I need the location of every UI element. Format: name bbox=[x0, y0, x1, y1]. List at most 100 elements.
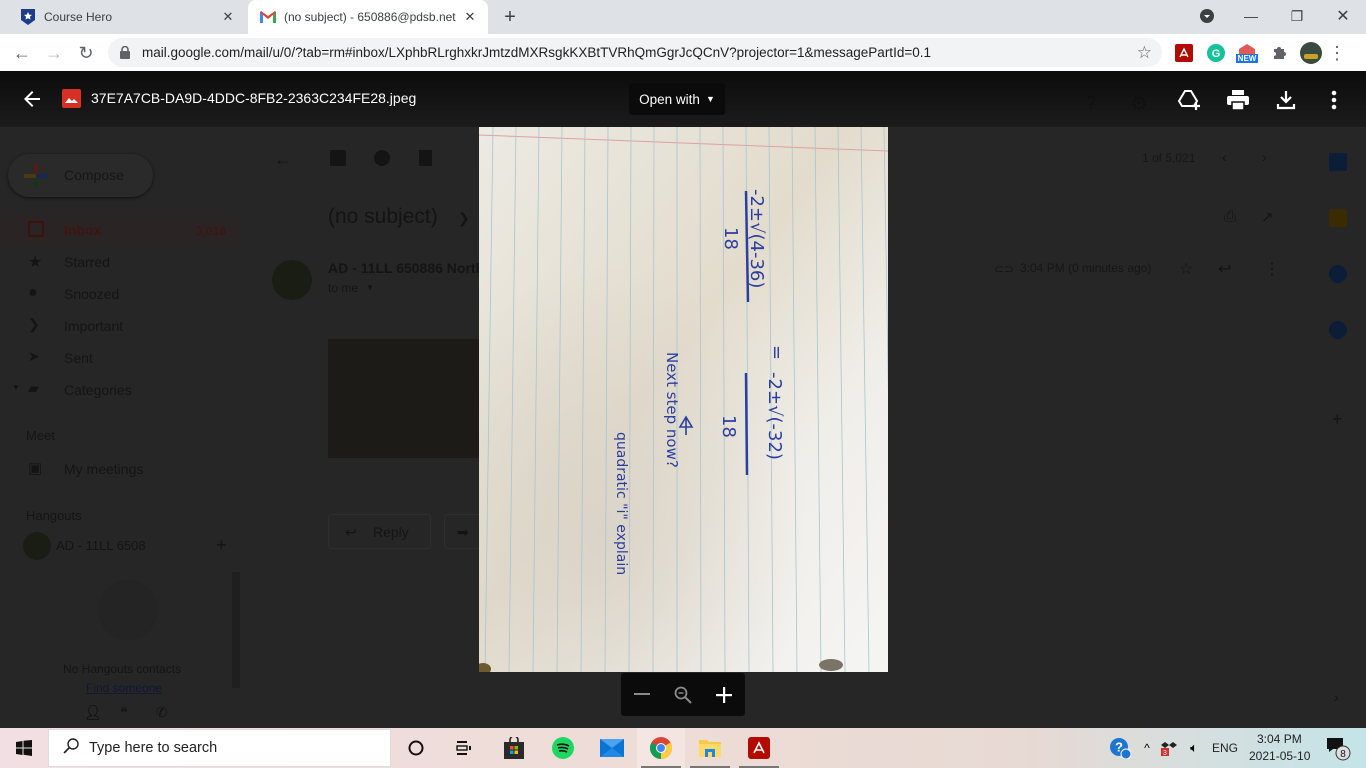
nav-item-important[interactable]: Important bbox=[64, 318, 123, 334]
print-all-icon[interactable]: ⎙ bbox=[1224, 208, 1236, 225]
zoom-in-button[interactable] bbox=[709, 680, 739, 710]
profile-avatar[interactable] bbox=[1300, 42, 1322, 64]
tab-gmail[interactable]: (no subject) - 650886@pdsb.net ✕ bbox=[248, 0, 488, 34]
google-keep-icon[interactable] bbox=[1329, 209, 1347, 227]
windows-logo-icon bbox=[16, 740, 32, 756]
forward-button[interactable]: ➡ bbox=[444, 514, 484, 549]
restore-button[interactable]: ❐ bbox=[1274, 0, 1320, 32]
pagination-text: 1 of 5,021 bbox=[1142, 151, 1196, 165]
taskbar-search-box[interactable]: Type here to search bbox=[48, 729, 391, 767]
image-viewer-overlay: Compose Inbox 3,016 ★ Starred ● Snoozed … bbox=[0, 71, 1366, 728]
nav-item-sent[interactable]: Sent bbox=[64, 350, 93, 366]
reply-button[interactable]: ↩ Reply bbox=[328, 514, 431, 549]
add-hangout-icon[interactable]: + bbox=[216, 535, 227, 556]
inbox-count: 3,016 bbox=[196, 224, 227, 238]
caret-down-icon: ▼ bbox=[366, 283, 374, 292]
hangouts-user-name[interactable]: AD - 11LL 6508 bbox=[56, 538, 146, 553]
attachment-thumbnail[interactable] bbox=[328, 339, 479, 458]
my-meetings-link[interactable]: My meetings bbox=[64, 461, 143, 477]
forward-button[interactable]: → bbox=[41, 40, 67, 66]
more-options-icon[interactable]: ⋮ bbox=[1264, 259, 1280, 279]
newer-chevron-icon[interactable]: ‹ bbox=[1222, 149, 1227, 165]
dropbox-tray-icon[interactable]: 3 bbox=[1158, 728, 1180, 768]
nav-item-snoozed[interactable]: Snoozed bbox=[64, 286, 119, 302]
mail-app-icon[interactable] bbox=[588, 728, 636, 768]
minimize-button[interactable]: — bbox=[1228, 0, 1274, 32]
show-hidden-icons-chevron[interactable]: ^ bbox=[1136, 728, 1158, 768]
person-icon[interactable]: 👤︎ bbox=[84, 704, 102, 721]
forward-icon: ➡ bbox=[457, 524, 469, 540]
reset-zoom-icon[interactable] bbox=[668, 680, 698, 710]
clock-date[interactable]: 2021-05-10 bbox=[1249, 749, 1310, 763]
archive-icon[interactable] bbox=[330, 150, 346, 166]
get-addons-icon[interactable]: + bbox=[1332, 409, 1343, 430]
nav-item-categories[interactable]: Categories bbox=[64, 382, 132, 398]
volume-icon[interactable]: 🔈︎ bbox=[1182, 728, 1206, 768]
phone-icon[interactable]: ✆ bbox=[156, 704, 168, 721]
google-tasks-icon[interactable] bbox=[1329, 265, 1347, 283]
open-new-window-icon[interactable]: ↗ bbox=[1261, 208, 1274, 226]
close-tab-icon[interactable]: ✕ bbox=[462, 9, 478, 25]
recipient-dropdown[interactable]: to me bbox=[328, 281, 358, 295]
close-window-button[interactable]: ✕ bbox=[1320, 0, 1366, 32]
hangouts-avatar bbox=[23, 532, 51, 560]
task-view-button[interactable] bbox=[440, 728, 488, 768]
clock-time[interactable]: 3:04 PM bbox=[1257, 732, 1302, 746]
spotify-icon[interactable] bbox=[539, 728, 587, 768]
find-someone-link[interactable]: Find someone bbox=[86, 681, 162, 695]
gmail-icon bbox=[260, 9, 276, 25]
kebab-menu-icon[interactable]: ⋮ bbox=[1326, 42, 1348, 64]
new-extension-icon[interactable]: NEW bbox=[1235, 42, 1259, 64]
delete-icon[interactable] bbox=[419, 150, 432, 166]
open-with-button[interactable]: Open with ▼ bbox=[629, 83, 725, 115]
report-spam-icon[interactable] bbox=[374, 150, 390, 166]
new-tab-button[interactable]: + bbox=[498, 5, 522, 29]
bookmark-star-icon[interactable]: ☆ bbox=[1137, 43, 1152, 63]
important-marker-icon[interactable]: ❯ bbox=[458, 210, 470, 227]
hangouts-chat-icon[interactable]: ❝ bbox=[120, 704, 128, 721]
older-chevron-icon[interactable]: › bbox=[1262, 149, 1267, 165]
meet-heading: Meet bbox=[26, 428, 55, 443]
reload-button[interactable]: ↻ bbox=[73, 40, 99, 66]
adobe-reader-icon[interactable] bbox=[735, 728, 783, 768]
file-explorer-icon[interactable] bbox=[686, 728, 734, 768]
star-email-icon[interactable]: ☆ bbox=[1179, 259, 1193, 279]
help-tray-icon[interactable]: ? bbox=[1104, 728, 1136, 768]
windows-taskbar: Type here to search ? ^ 3 🔈︎ ENG 3:04 PM… bbox=[0, 728, 1366, 768]
more-actions-icon[interactable] bbox=[1321, 87, 1347, 113]
contacts-icon[interactable] bbox=[1329, 321, 1347, 339]
action-center-button[interactable]: 8 bbox=[1318, 728, 1358, 768]
address-bar[interactable]: mail.google.com/mail/u/0/?tab=rm#inbox/L… bbox=[108, 38, 1162, 67]
back-button[interactable]: ← bbox=[9, 40, 35, 66]
close-viewer-back-icon[interactable] bbox=[20, 87, 44, 111]
zoom-controls bbox=[621, 673, 745, 716]
reply-arrow-icon[interactable]: ↩ bbox=[1218, 259, 1231, 279]
print-icon[interactable] bbox=[1225, 87, 1251, 113]
adobe-acrobat-icon[interactable] bbox=[1173, 42, 1195, 64]
notebook-photo: -2±√(4-36) 18 = -2±√(-32) 18 Next step n… bbox=[479, 127, 888, 672]
viewer-header: 37E7A7CB-DA9D-4DDC-8FB2-2363C234FE28.jpe… bbox=[0, 71, 1366, 127]
compose-button[interactable]: Compose bbox=[8, 154, 153, 197]
start-button[interactable] bbox=[0, 728, 48, 768]
back-to-inbox-icon[interactable]: ← bbox=[274, 149, 292, 170]
grammarly-icon[interactable]: G bbox=[1205, 42, 1227, 64]
download-icon[interactable] bbox=[1273, 87, 1299, 113]
microsoft-store-icon[interactable] bbox=[490, 728, 538, 768]
hangouts-scrollbar[interactable] bbox=[232, 572, 240, 688]
course-hero-shield-icon bbox=[20, 9, 36, 25]
google-calendar-icon[interactable] bbox=[1329, 153, 1347, 171]
equation-2-numerator: -2±√(-32) bbox=[764, 372, 785, 460]
tab-course-hero[interactable]: Course Hero ✕ bbox=[8, 0, 246, 34]
side-panel-toggle-icon[interactable]: › bbox=[1334, 689, 1339, 705]
add-to-drive-icon[interactable] bbox=[1177, 87, 1203, 113]
compose-label: Compose bbox=[64, 167, 124, 183]
tab-search-button[interactable] bbox=[1184, 0, 1230, 32]
cortana-button[interactable] bbox=[392, 728, 440, 768]
image-file-icon bbox=[62, 89, 81, 108]
nav-item-starred[interactable]: Starred bbox=[64, 254, 110, 270]
puzzle-extensions-icon[interactable] bbox=[1268, 42, 1290, 64]
language-indicator[interactable]: ENG bbox=[1212, 741, 1238, 755]
chrome-taskbar-icon[interactable] bbox=[637, 728, 685, 768]
close-tab-icon[interactable]: ✕ bbox=[220, 9, 236, 25]
zoom-out-button[interactable] bbox=[627, 680, 657, 710]
